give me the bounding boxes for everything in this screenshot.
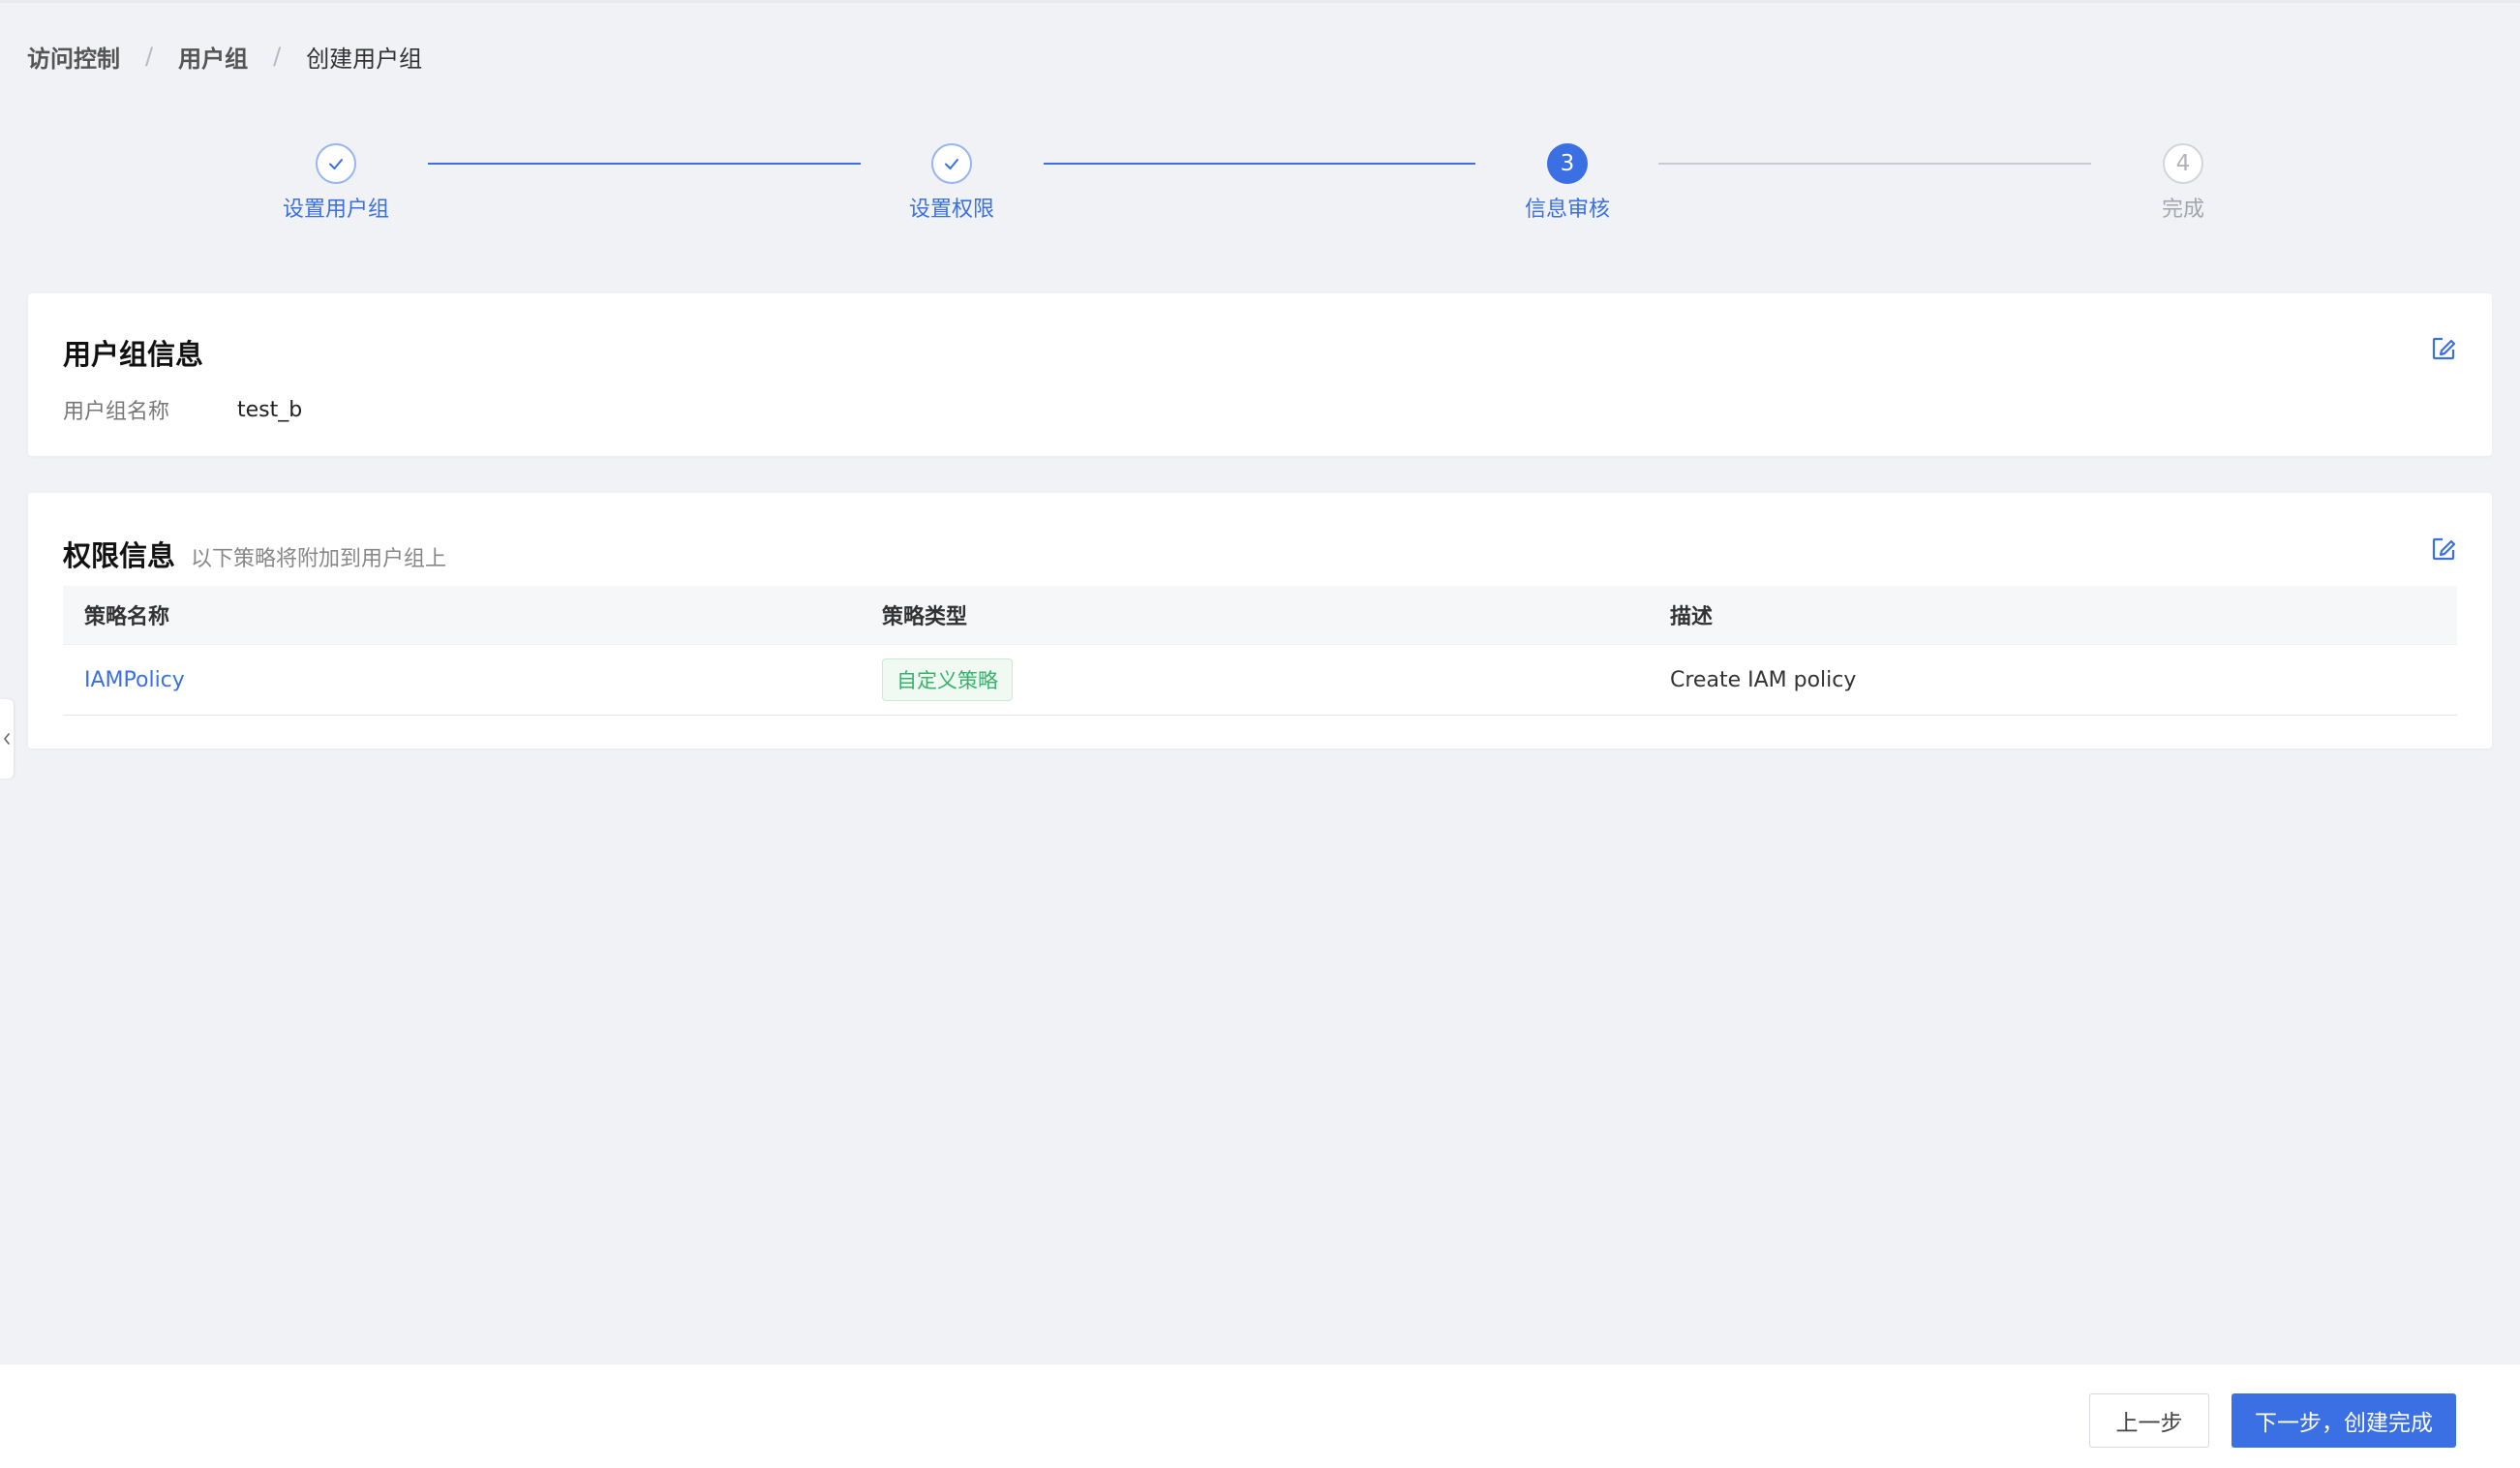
table-header: 策略名称 策略类型 描述 [63, 586, 2457, 645]
group-info-card: 用户组信息 用户组名称 test_b [28, 293, 2492, 456]
policy-table: 策略名称 策略类型 描述 IAMPolicy 自定义策略 Create IAM … [63, 586, 2457, 716]
breadcrumb-user-group[interactable]: 用户组 [178, 40, 248, 74]
check-icon [931, 143, 972, 184]
column-header-policy-name: 策略名称 [84, 605, 170, 629]
chevron-left-icon [4, 733, 10, 745]
step-connector [428, 163, 861, 165]
permission-info-card: 权限信息 以下策略将附加到用户组上 策略名称 策略类型 描述 IAMPolicy… [28, 493, 2492, 749]
column-header-description: 描述 [1670, 605, 1714, 629]
card-title: 用户组信息 [63, 338, 204, 371]
sidebar-toggle[interactable] [0, 699, 14, 779]
check-icon [316, 143, 356, 184]
footer-bar: 上一步 下一步，创建完成 [0, 1364, 2520, 1468]
field-value: test_b [237, 397, 303, 422]
edit-icon[interactable] [2430, 535, 2457, 563]
field-label: 用户组名称 [63, 400, 170, 424]
breadcrumb-current: 创建用户组 [306, 45, 423, 73]
card-header: 用户组信息 [63, 332, 203, 373]
card-header: 权限信息 以下策略将附加到用户组上 [63, 534, 446, 574]
cell-policy-type: 自定义策略 [863, 658, 1662, 701]
step-connector [1658, 163, 2091, 165]
step-progress: 设置用户组 设置权限 3 信息审核 4 完成 [0, 143, 2520, 240]
step-complete: 4 完成 [2067, 143, 2299, 225]
card-subtitle: 以下策略将附加到用户组上 [191, 547, 447, 571]
step-label: 完成 [2161, 198, 2204, 222]
step-number: 3 [1547, 143, 1588, 184]
step-number: 4 [2163, 143, 2203, 184]
edit-icon[interactable] [2430, 335, 2457, 362]
step-connector [1044, 163, 1475, 165]
step-label: 设置权限 [908, 198, 994, 222]
cell-policy-name: IAMPolicy [63, 668, 863, 692]
step-label: 信息审核 [1524, 198, 1610, 222]
step-set-permission: 设置权限 [835, 143, 1068, 225]
next-create-button[interactable]: 下一步，创建完成 [2232, 1393, 2456, 1448]
policy-type-tag: 自定义策略 [882, 658, 1013, 701]
table-row: IAMPolicy 自定义策略 Create IAM policy [63, 645, 2457, 716]
card-title: 权限信息 [63, 539, 176, 572]
breadcrumb-access-control[interactable]: 访问控制 [27, 40, 120, 74]
column-header-policy-type: 策略类型 [882, 605, 968, 629]
breadcrumb: 访问控制 / 用户组 / 创建用户组 [27, 39, 422, 74]
prev-step-button[interactable]: 上一步 [2089, 1393, 2209, 1448]
group-name-row: 用户组名称 test_b [63, 394, 302, 425]
step-review: 3 信息审核 [1451, 143, 1684, 225]
breadcrumb-separator: / [145, 43, 154, 70]
step-label: 设置用户组 [282, 198, 389, 222]
policy-name-link[interactable]: IAMPolicy [84, 668, 185, 692]
breadcrumb-separator: / [273, 43, 282, 70]
top-border [0, 0, 2520, 3]
step-set-user-group: 设置用户组 [220, 143, 452, 225]
cell-description: Create IAM policy [1670, 667, 1857, 692]
